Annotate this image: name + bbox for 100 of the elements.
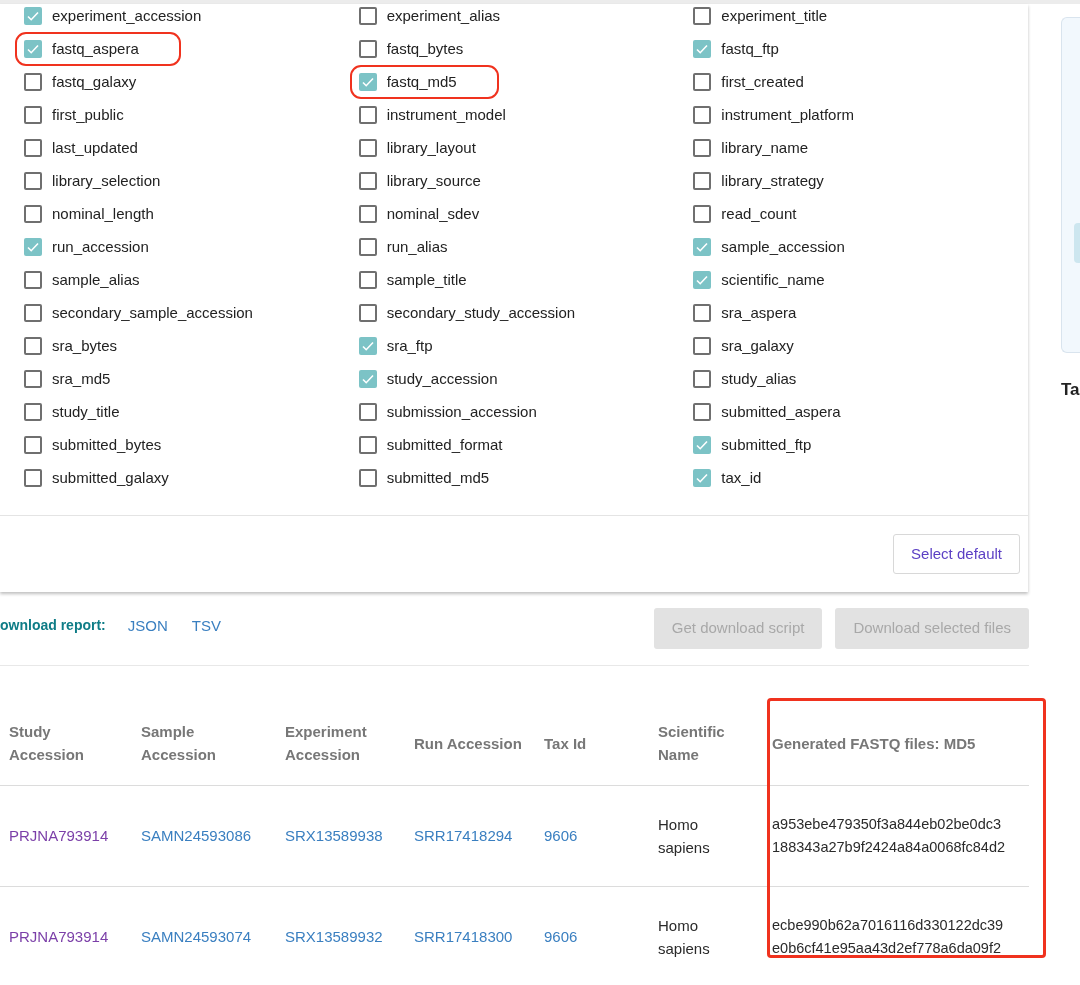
- checked-box-icon: [358, 337, 377, 355]
- table-link[interactable]: 9606: [544, 824, 649, 847]
- field-checkbox[interactable]: sample_alias: [24, 269, 140, 291]
- checkbox-icon: [693, 337, 712, 355]
- field-checkbox[interactable]: nominal_sdev: [358, 203, 480, 225]
- table-link[interactable]: SAMN24593074: [141, 925, 276, 948]
- checkbox-icon: [358, 7, 377, 25]
- field-checkbox[interactable]: study_title: [24, 401, 120, 423]
- checkbox-icon: [24, 304, 42, 322]
- checkbox-icon: [24, 337, 42, 355]
- checkbox-icon: [24, 469, 42, 487]
- table-link[interactable]: SRR17418294: [414, 824, 535, 847]
- field-checkbox[interactable]: sample_title: [358, 269, 467, 291]
- column-header: Generated FASTQ files: MD5: [772, 734, 976, 752]
- checkbox-icon: [693, 370, 712, 388]
- column-header: Study Accession: [9, 723, 85, 764]
- checkbox-icon: [693, 73, 712, 91]
- table-link[interactable]: SRR17418300: [414, 925, 535, 948]
- checked-box-icon: [358, 370, 377, 388]
- checkbox-icon: [358, 40, 377, 58]
- field-checkbox[interactable]: instrument_platform: [693, 104, 854, 126]
- checkbox-icon: [693, 139, 712, 157]
- checkbox-icon: [693, 304, 712, 322]
- field-checkbox[interactable]: last_updated: [24, 137, 138, 159]
- field-checkbox[interactable]: submission_accession: [358, 401, 537, 423]
- field-checkbox[interactable]: first_created: [693, 71, 804, 93]
- column-header: Experiment Accession: [285, 723, 367, 764]
- checkbox-icon: [693, 106, 712, 124]
- field-checkbox[interactable]: secondary_sample_accession: [24, 302, 253, 324]
- field-checkbox[interactable]: tax_id: [693, 467, 762, 489]
- field-checkbox[interactable]: submitted_ftp: [693, 434, 812, 456]
- table-cell-text: Homo sapiens: [658, 915, 711, 959]
- field-checkbox[interactable]: library_selection: [24, 170, 161, 192]
- field-checkbox[interactable]: nominal_length: [24, 203, 154, 225]
- table-link[interactable]: PRJNA793914: [9, 925, 132, 948]
- field-checkbox[interactable]: submitted_format: [358, 434, 503, 456]
- field-checkbox[interactable]: study_alias: [693, 368, 797, 390]
- select-default-button[interactable]: Select default: [893, 534, 1020, 574]
- field-checkbox[interactable]: submitted_galaxy: [24, 467, 169, 489]
- table-link[interactable]: SRX13589932: [285, 925, 405, 948]
- field-checkbox[interactable]: fastq_ftp: [693, 38, 779, 60]
- field-checkbox[interactable]: fastq_galaxy: [24, 71, 137, 93]
- field-checkbox[interactable]: sra_aspera: [693, 302, 797, 324]
- field-checkbox[interactable]: submitted_aspera: [693, 401, 841, 423]
- checked-box-icon: [693, 436, 712, 454]
- field-checkbox[interactable]: submitted_md5: [358, 467, 490, 489]
- checked-box-icon: [693, 271, 712, 289]
- checkbox-icon: [358, 469, 377, 487]
- field-checkbox[interactable]: secondary_study_accession: [358, 302, 576, 324]
- table-cell-text: Homo sapiens: [658, 814, 711, 858]
- field-checkbox[interactable]: sra_md5: [24, 368, 111, 390]
- field-checkbox[interactable]: experiment_alias: [358, 5, 501, 27]
- checked-box-icon: [693, 469, 712, 487]
- field-checkbox[interactable]: experiment_accession: [24, 5, 202, 27]
- field-checkbox[interactable]: instrument_model: [358, 104, 506, 126]
- field-checkbox[interactable]: fastq_aspera: [21, 38, 175, 60]
- table-link[interactable]: SAMN24593086: [141, 824, 276, 847]
- report-link[interactable]: JSON: [127, 615, 168, 638]
- table-link[interactable]: PRJNA793914: [9, 824, 132, 847]
- field-checkbox[interactable]: submitted_bytes: [24, 434, 162, 456]
- column-header: Run Accession: [414, 734, 522, 752]
- section-heading: Ta: [1061, 379, 1080, 401]
- field-checkbox[interactable]: scientific_name: [693, 269, 825, 291]
- field-checkbox[interactable]: sample_accession: [693, 236, 845, 258]
- field-checkbox[interactable]: library_name: [693, 137, 809, 159]
- checkbox-icon: [358, 205, 377, 223]
- checked-box-icon: [24, 238, 42, 256]
- checkbox-icon: [24, 403, 42, 421]
- checkbox-icon: [358, 172, 377, 190]
- field-checkbox[interactable]: fastq_bytes: [358, 38, 464, 60]
- field-checkbox[interactable]: study_accession: [358, 368, 498, 390]
- checkbox-icon: [358, 106, 377, 124]
- checkbox-icon: [693, 205, 712, 223]
- checked-box-icon: [358, 73, 377, 91]
- report-link[interactable]: TSV: [191, 615, 221, 638]
- field-checkbox[interactable]: first_public: [24, 104, 124, 126]
- checkbox-icon: [358, 271, 377, 289]
- field-checkbox[interactable]: fastq_md5: [355, 71, 493, 93]
- checkbox-icon: [358, 238, 377, 256]
- checkbox-icon: [358, 436, 377, 454]
- checkbox-icon: [24, 370, 42, 388]
- checkbox-icon: [24, 436, 42, 454]
- field-checkbox[interactable]: experiment_title: [693, 5, 828, 27]
- field-checkbox[interactable]: library_layout: [358, 137, 476, 159]
- field-checkbox[interactable]: run_accession: [24, 236, 149, 258]
- table-link[interactable]: SRX13589938: [285, 824, 405, 847]
- field-checkbox[interactable]: library_source: [358, 170, 481, 192]
- field-checkbox[interactable]: read_count: [693, 203, 797, 225]
- column-header: Tax Id: [544, 734, 587, 752]
- table-link[interactable]: 9606: [544, 925, 649, 948]
- field-checkbox[interactable]: sra_galaxy: [693, 335, 794, 357]
- field-checkbox[interactable]: library_strategy: [693, 170, 824, 192]
- column-header: Sample Accession: [141, 723, 217, 764]
- checked-box-icon: [24, 7, 42, 25]
- checked-box-icon: [693, 238, 712, 256]
- checkbox-icon: [358, 139, 377, 157]
- field-checkbox[interactable]: run_alias: [358, 236, 448, 258]
- field-checkbox[interactable]: sra_bytes: [24, 335, 118, 357]
- field-checkbox[interactable]: sra_ftp: [358, 335, 433, 357]
- checkbox-icon: [693, 7, 712, 25]
